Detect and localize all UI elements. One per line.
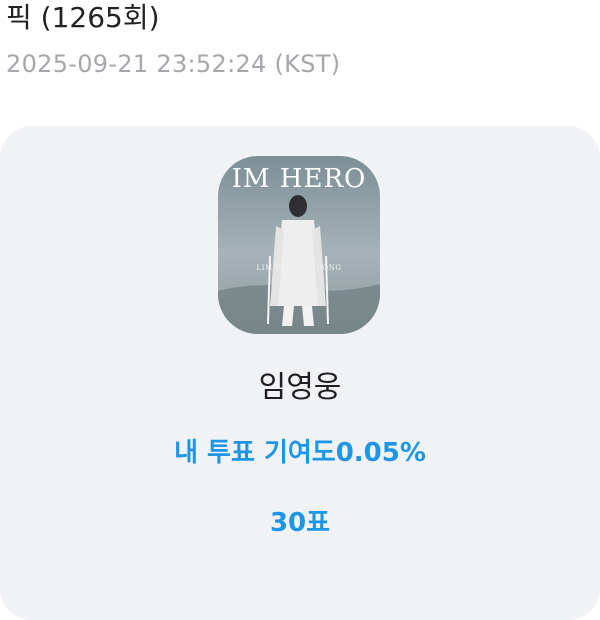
vote-result-card: IM HERO LIM YOUNG WOONG 임영웅 내 투표 기여도0.05… [0, 126, 600, 620]
album-cover-image: IM HERO LIM YOUNG WOONG [218, 156, 380, 334]
album-artist-text: LIM YOUNG WOONG [256, 264, 342, 272]
vote-contribution: 내 투표 기여도0.05% [174, 438, 426, 468]
vote-count: 30표 [269, 508, 331, 538]
vote-timestamp: 2025-09-21 23:52:24 (KST) [6, 50, 341, 78]
album-title-text: IM HERO [231, 164, 367, 194]
artist-name: 임영웅 [258, 370, 342, 405]
page-title: 픽 (1265회) [6, 1, 160, 34]
